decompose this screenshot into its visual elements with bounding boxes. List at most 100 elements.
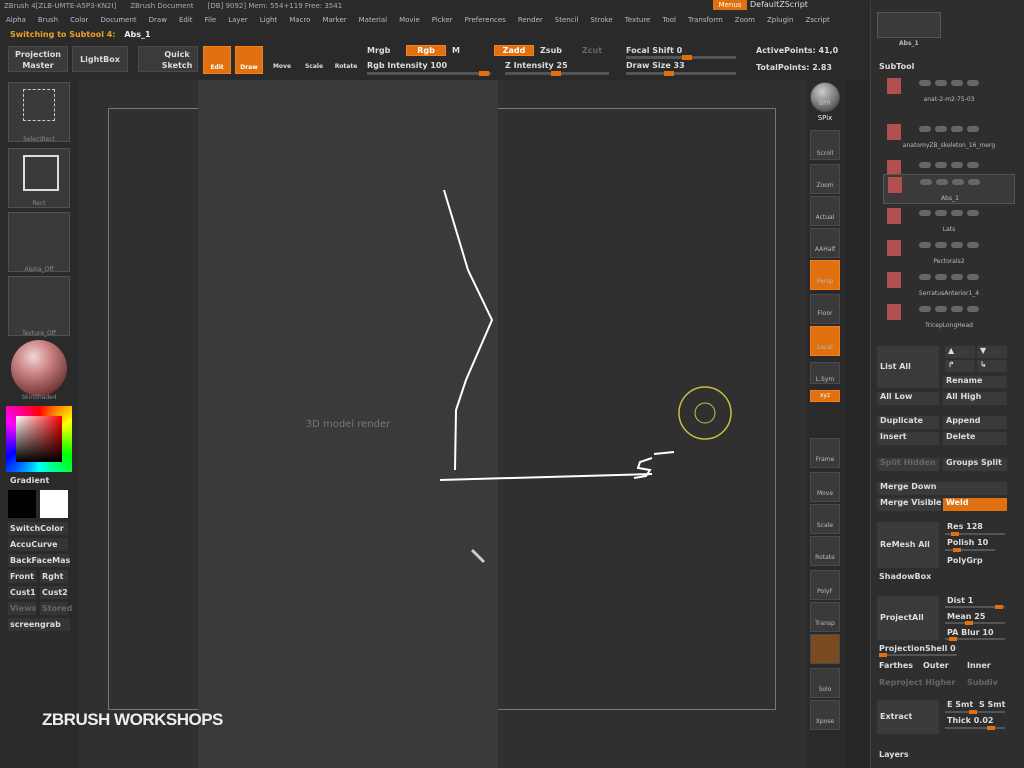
menu-brush[interactable]: Brush xyxy=(38,16,58,24)
backface-mask-button[interactable]: BackFaceMas xyxy=(8,554,70,567)
brush-icon[interactable] xyxy=(951,274,963,280)
menu-document[interactable]: Document xyxy=(100,16,136,24)
menus-button[interactable]: Menus xyxy=(713,0,747,10)
eye-icon[interactable] xyxy=(919,80,931,86)
brush-icon[interactable] xyxy=(951,242,963,248)
menu-preferences[interactable]: Preferences xyxy=(465,16,506,24)
secondary-color-swatch[interactable] xyxy=(40,490,68,518)
menu-stroke[interactable]: Stroke xyxy=(590,16,612,24)
ghost-button[interactable] xyxy=(810,634,840,664)
zsub-button[interactable]: Zsub xyxy=(540,46,562,55)
move-up-button[interactable]: ↱ xyxy=(945,360,975,372)
menu-tool[interactable]: Tool xyxy=(662,16,676,24)
brush-icon[interactable] xyxy=(951,210,963,216)
mrgb-button[interactable]: Mrgb xyxy=(367,46,390,55)
weld-button[interactable]: Weld xyxy=(943,498,1007,511)
material-thumbnail[interactable] xyxy=(8,340,70,400)
pencil-icon[interactable] xyxy=(967,242,979,248)
projection-shell-slider[interactable] xyxy=(879,653,957,657)
insert-button[interactable]: Insert xyxy=(877,432,939,445)
farthest-button[interactable]: Farthes xyxy=(879,661,913,670)
front-view-button[interactable]: Front xyxy=(8,570,36,583)
zadd-button[interactable]: Zadd xyxy=(494,45,534,56)
menu-file[interactable]: File xyxy=(205,16,217,24)
cust2-button[interactable]: Cust2 xyxy=(40,586,68,599)
list-all-button[interactable]: List All xyxy=(877,346,939,388)
pencil-icon[interactable] xyxy=(967,274,979,280)
outer-button[interactable]: Outer xyxy=(923,661,949,670)
z-intensity-slider[interactable] xyxy=(505,71,609,76)
document-canvas[interactable]: 3D model render ZBRUSH WORKSHOPS xyxy=(42,80,806,768)
solo-button[interactable] xyxy=(810,668,840,698)
eye-icon[interactable] xyxy=(920,179,932,185)
inner-button[interactable]: Inner xyxy=(967,661,991,670)
menu-light[interactable]: Light xyxy=(260,16,277,24)
remesh-all-button[interactable]: ReMesh All xyxy=(877,522,939,568)
rgb-intensity-slider[interactable] xyxy=(367,71,491,76)
menu-movie[interactable]: Movie xyxy=(399,16,420,24)
subtool-item[interactable]: SerratusAnterior1_4 xyxy=(883,270,1015,300)
default-zscript-button[interactable]: DefaultZScript xyxy=(750,0,808,10)
views-button[interactable]: Views xyxy=(8,602,36,615)
pa-blur-label[interactable]: PA Blur 10 xyxy=(947,628,994,637)
menu-macro[interactable]: Macro xyxy=(289,16,310,24)
brush-icon[interactable] xyxy=(951,306,963,312)
scale-view-button[interactable] xyxy=(810,504,840,534)
right-view-button[interactable]: Rght xyxy=(40,570,68,583)
brush-icon[interactable] xyxy=(951,162,963,168)
m-button[interactable]: M xyxy=(452,46,460,55)
pencil-icon[interactable] xyxy=(967,80,979,86)
projection-shell-label[interactable]: ProjectionShell 0 xyxy=(879,644,956,653)
draw-size-slider[interactable] xyxy=(626,71,736,76)
brush-icon[interactable] xyxy=(951,126,963,132)
extract-button[interactable]: Extract xyxy=(877,700,939,734)
lightbox-button[interactable]: LightBox xyxy=(72,46,128,72)
eye-icon[interactable] xyxy=(919,274,931,280)
duplicate-button[interactable]: Duplicate xyxy=(877,416,939,429)
focal-shift-slider[interactable] xyxy=(626,55,736,60)
projection-master-button[interactable]: Projection Master xyxy=(8,46,68,72)
menu-render[interactable]: Render xyxy=(518,16,543,24)
pencil-icon[interactable] xyxy=(967,162,979,168)
arrow-down-button[interactable]: ▼ xyxy=(977,346,1007,358)
menu-draw[interactable]: Draw xyxy=(149,16,167,24)
accucurve-button[interactable]: AccuCurve xyxy=(8,538,68,551)
eye-icon[interactable] xyxy=(919,242,931,248)
polypaint-icon[interactable] xyxy=(935,80,947,86)
zoom-button[interactable] xyxy=(810,164,840,194)
thick-label[interactable]: Thick 0.02 xyxy=(947,716,993,725)
menu-texture[interactable]: Texture xyxy=(625,16,651,24)
pencil-icon[interactable] xyxy=(967,306,979,312)
all-high-button[interactable]: All High xyxy=(943,392,1007,405)
subtool-section-title[interactable]: SubTool xyxy=(879,62,914,71)
dist-label[interactable]: Dist 1 xyxy=(947,596,973,605)
bpr-button[interactable] xyxy=(810,82,840,112)
switch-color-button[interactable]: SwitchColor xyxy=(8,522,68,535)
current-tool-thumbnail[interactable] xyxy=(877,12,941,38)
z-intensity-label[interactable]: Z Intensity 25 xyxy=(505,61,568,70)
subtool-item[interactable]: Abs_1 xyxy=(883,174,1015,204)
menu-zplugin[interactable]: Zplugin xyxy=(767,16,793,24)
stroke-rect[interactable] xyxy=(8,148,70,208)
polypaint-icon[interactable] xyxy=(935,162,947,168)
edit-button[interactable]: Edit xyxy=(203,46,231,74)
move-view-button[interactable] xyxy=(810,472,840,502)
subtool-item[interactable]: TricepLongHead xyxy=(883,302,1015,332)
rename-button[interactable]: Rename xyxy=(943,376,1007,388)
brush-icon[interactable] xyxy=(952,179,964,185)
rgb-button[interactable]: Rgb xyxy=(406,45,446,56)
polish-slider[interactable] xyxy=(945,548,995,552)
alpha-thumbnail[interactable] xyxy=(8,212,70,272)
append-button[interactable]: Append xyxy=(943,416,1007,429)
polypaint-icon[interactable] xyxy=(935,274,947,280)
reproject-higher-button[interactable]: Reproject Higher xyxy=(879,678,956,687)
delete-button[interactable]: Delete xyxy=(943,432,1007,445)
eye-icon[interactable] xyxy=(919,162,931,168)
zcut-button[interactable]: Zcut xyxy=(582,46,602,55)
texture-thumbnail[interactable] xyxy=(8,276,70,336)
xpose-button[interactable] xyxy=(810,700,840,730)
menu-picker[interactable]: Picker xyxy=(432,16,453,24)
subtool-item[interactable]: anat-2-m2-75-03 xyxy=(883,76,1015,106)
eye-icon[interactable] xyxy=(919,126,931,132)
polypaint-icon[interactable] xyxy=(935,306,947,312)
